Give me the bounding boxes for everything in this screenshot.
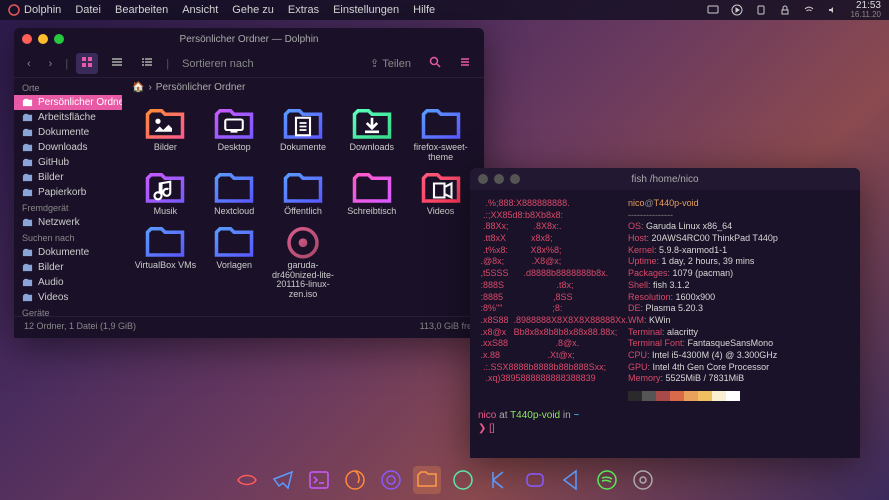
status-bar: 12 Ordner, 1 Datei (1,9 GiB) 113,0 GiB f…: [14, 316, 484, 334]
global-menu: Dolphin Datei Bearbeiten Ansicht Gehe zu…: [8, 4, 435, 16]
sort-button[interactable]: Sortieren nach: [177, 55, 259, 73]
menu-ansicht[interactable]: Ansicht: [182, 4, 218, 16]
share-button[interactable]: ⇪Teilen: [365, 54, 416, 73]
dock-spotify-icon[interactable]: [593, 466, 621, 494]
dock-kde-icon[interactable]: [485, 466, 513, 494]
color-palette: [628, 391, 852, 401]
file-item[interactable]: garuda-dr460nized-lite-201116-linux-zen.…: [270, 221, 337, 303]
menu-hilfe[interactable]: Hilfe: [413, 4, 435, 16]
search-button[interactable]: [424, 53, 446, 74]
sidebar-header: Fremdgerät: [14, 200, 122, 215]
tray-volume-icon[interactable]: [826, 3, 840, 17]
dock-telegram-icon[interactable]: [269, 466, 297, 494]
file-item[interactable]: Nextcloud: [201, 167, 268, 219]
dolphin-titlebar[interactable]: Persönlicher Ordner — Dolphin: [14, 28, 484, 50]
terminal-titlebar[interactable]: fish /home/nico: [470, 168, 860, 190]
maximize-button[interactable]: [54, 34, 64, 44]
back-button[interactable]: ‹: [22, 55, 36, 73]
sidebar-item[interactable]: Netzwerk: [14, 215, 122, 230]
file-grid[interactable]: BilderDesktopDokumenteDownloadsfirefox-s…: [122, 97, 484, 316]
view-details-button[interactable]: [136, 53, 158, 74]
neofetch-ascii: .%;888:X888888888. .:;XX85d8:b8Xb8x8: .8…: [478, 198, 628, 401]
dock-firefox-icon[interactable]: [341, 466, 369, 494]
places-sidebar: OrtePersönlicher OrdnerArbeitsflächeDoku…: [14, 78, 122, 316]
dock-vscode-icon[interactable]: [557, 466, 585, 494]
menu-extras[interactable]: Extras: [288, 4, 319, 16]
sidebar-item[interactable]: Arbeitsfläche: [14, 110, 122, 125]
tray-wifi-icon[interactable]: [802, 3, 816, 17]
sidebar-header: Geräte: [14, 305, 122, 316]
dock: [223, 464, 667, 496]
sidebar-item[interactable]: Persönlicher Ordner: [14, 95, 122, 110]
file-item[interactable]: Downloads: [338, 103, 405, 165]
dock-settings-icon[interactable]: [629, 466, 657, 494]
tray-media-icon[interactable]: [730, 3, 744, 17]
tray-clipboard-icon[interactable]: [754, 3, 768, 17]
status-right: 113,0 GiB frei: [420, 321, 474, 331]
file-item[interactable]: Dokumente: [270, 103, 337, 165]
minimize-button[interactable]: [38, 34, 48, 44]
sidebar-header: Orte: [14, 80, 122, 95]
window-controls: [22, 34, 64, 44]
hamburger-button[interactable]: [454, 53, 476, 74]
file-item[interactable]: VirtualBox VMs: [132, 221, 199, 303]
menu-einstellungen[interactable]: Einstellungen: [333, 4, 399, 16]
dock-element-icon[interactable]: [449, 466, 477, 494]
menu-bearbeiten[interactable]: Bearbeiten: [115, 4, 168, 16]
window-title: Persönlicher Ordner — Dolphin: [180, 34, 319, 45]
window-title: fish /home/nico: [631, 174, 698, 185]
file-item[interactable]: Öffentlich: [270, 167, 337, 219]
close-button[interactable]: [478, 174, 488, 184]
file-item[interactable]: Schreibtisch: [338, 167, 405, 219]
close-button[interactable]: [22, 34, 32, 44]
tray-lock-icon[interactable]: [778, 3, 792, 17]
file-item[interactable]: Vorlagen: [201, 221, 268, 303]
file-item[interactable]: Bilder: [132, 103, 199, 165]
forward-button[interactable]: ›: [44, 55, 58, 73]
dock-terminal-icon[interactable]: [305, 466, 333, 494]
file-item[interactable]: Musik: [132, 167, 199, 219]
sidebar-item[interactable]: GitHub: [14, 155, 122, 170]
sidebar-item[interactable]: Dokumente: [14, 245, 122, 260]
system-tray: 21:53 16.11.20: [706, 1, 881, 19]
sidebar-item[interactable]: Bilder: [14, 170, 122, 185]
clock-date: 16.11.20: [850, 11, 881, 19]
view-compact-button[interactable]: [106, 53, 128, 74]
window-controls: [478, 174, 520, 184]
menu-datei[interactable]: Datei: [75, 4, 101, 16]
sidebar-item[interactable]: Papierkorb: [14, 185, 122, 200]
view-icons-button[interactable]: [76, 53, 98, 74]
file-item[interactable]: firefox-sweet-theme: [407, 103, 474, 165]
clock[interactable]: 21:53 16.11.20: [850, 1, 881, 19]
status-left: 12 Ordner, 1 Datei (1,9 GiB): [24, 321, 136, 331]
sidebar-item[interactable]: Videos: [14, 290, 122, 305]
top-panel: Dolphin Datei Bearbeiten Ansicht Gehe zu…: [0, 0, 889, 20]
dock-discord-icon[interactable]: [521, 466, 549, 494]
shell-prompt[interactable]: nico at T440p-void in ~ ❯ []: [478, 409, 852, 435]
sidebar-item[interactable]: Dokumente: [14, 125, 122, 140]
sidebar-item[interactable]: Bilder: [14, 260, 122, 275]
menu-gehezu[interactable]: Gehe zu: [232, 4, 274, 16]
minimize-button[interactable]: [494, 174, 504, 184]
dolphin-toolbar: ‹ › | | Sortieren nach ⇪Teilen: [14, 50, 484, 78]
dolphin-window: Persönlicher Ordner — Dolphin ‹ › | | So…: [14, 28, 484, 338]
maximize-button[interactable]: [510, 174, 520, 184]
breadcrumb[interactable]: 🏠 › Persönlicher Ordner: [122, 78, 484, 97]
sidebar-item[interactable]: Downloads: [14, 140, 122, 155]
file-item[interactable]: Desktop: [201, 103, 268, 165]
dock-files-icon[interactable]: [413, 466, 441, 494]
menu-app[interactable]: Dolphin: [8, 4, 61, 16]
sidebar-header: Suchen nach: [14, 230, 122, 245]
terminal-content[interactable]: .%;888:X888888888. .:;XX85d8:b8Xb8x8: .8…: [470, 190, 860, 458]
sidebar-item[interactable]: Audio: [14, 275, 122, 290]
dock-obs-icon[interactable]: [377, 466, 405, 494]
home-icon: 🏠: [132, 82, 144, 93]
neofetch-info: nico@T440p-void --------------- OS: Garu…: [628, 198, 852, 401]
file-item[interactable]: Videos: [407, 167, 474, 219]
dock-garuda-icon[interactable]: [233, 466, 261, 494]
tray-screen-icon[interactable]: [706, 3, 720, 17]
file-view: 🏠 › Persönlicher Ordner BilderDesktopDok…: [122, 78, 484, 316]
terminal-window: fish /home/nico .%;888:X888888888. .:;XX…: [470, 168, 860, 458]
